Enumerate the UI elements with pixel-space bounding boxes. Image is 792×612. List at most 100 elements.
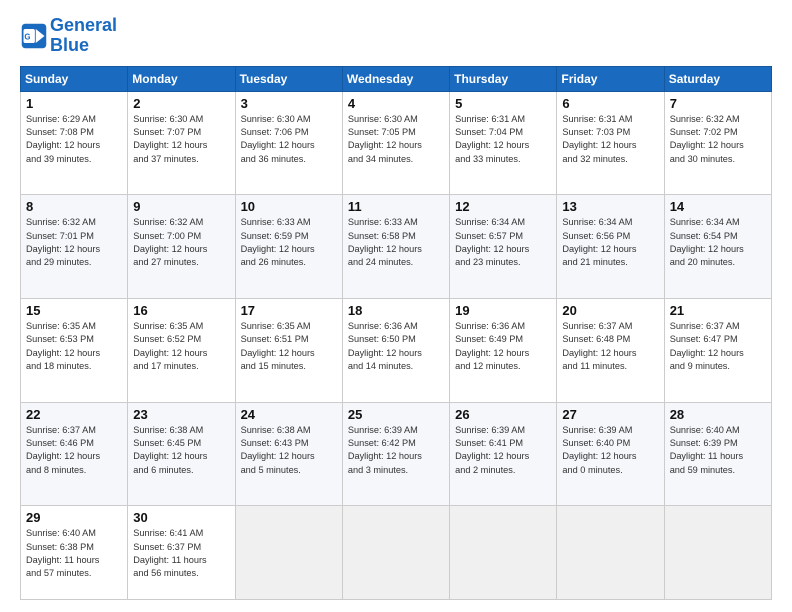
weekday-header-wednesday: Wednesday — [342, 66, 449, 91]
calendar-week-5: 29 Sunrise: 6:40 AMSunset: 6:38 PMDayligh… — [21, 506, 772, 600]
calendar-cell: 17 Sunrise: 6:35 AMSunset: 6:51 PMDayligh… — [235, 299, 342, 403]
calendar-cell — [664, 506, 771, 600]
day-number: 8 — [26, 199, 122, 214]
day-number: 3 — [241, 96, 337, 111]
day-info: Sunrise: 6:40 AMSunset: 6:38 PMDaylight:… — [26, 527, 122, 580]
calendar-table: SundayMondayTuesdayWednesdayThursdayFrid… — [20, 66, 772, 600]
day-info: Sunrise: 6:36 AMSunset: 6:50 PMDaylight:… — [348, 320, 444, 373]
day-info: Sunrise: 6:37 AMSunset: 6:46 PMDaylight:… — [26, 424, 122, 477]
calendar-cell: 30 Sunrise: 6:41 AMSunset: 6:37 PMDayligh… — [128, 506, 235, 600]
calendar-cell: 29 Sunrise: 6:40 AMSunset: 6:38 PMDayligh… — [21, 506, 128, 600]
logo: G General Blue — [20, 16, 117, 56]
day-number: 9 — [133, 199, 229, 214]
calendar-cell: 11Sunrise: 6:33 AMSunset: 6:58 PMDayligh… — [342, 195, 449, 299]
day-number: 7 — [670, 96, 766, 111]
day-info: Sunrise: 6:35 AMSunset: 6:52 PMDaylight:… — [133, 320, 229, 373]
day-number: 13 — [562, 199, 658, 214]
calendar-cell: 21Sunrise: 6:37 AMSunset: 6:47 PMDayligh… — [664, 299, 771, 403]
day-info: Sunrise: 6:30 AMSunset: 7:06 PMDaylight:… — [241, 113, 337, 166]
calendar-cell: 19 Sunrise: 6:36 AMSunset: 6:49 PMDayligh… — [450, 299, 557, 403]
calendar-week-1: 1Sunrise: 6:29 AMSunset: 7:08 PMDaylight… — [21, 91, 772, 195]
day-info: Sunrise: 6:34 AMSunset: 6:54 PMDaylight:… — [670, 216, 766, 269]
calendar-cell: 26 Sunrise: 6:39 AMSunset: 6:41 PMDayligh… — [450, 402, 557, 506]
day-number: 10 — [241, 199, 337, 214]
calendar-cell: 18 Sunrise: 6:36 AMSunset: 6:50 PMDayligh… — [342, 299, 449, 403]
weekday-header-sunday: Sunday — [21, 66, 128, 91]
day-info: Sunrise: 6:32 AMSunset: 7:01 PMDaylight:… — [26, 216, 122, 269]
day-number: 27 — [562, 407, 658, 422]
weekday-header-friday: Friday — [557, 66, 664, 91]
weekday-header-thursday: Thursday — [450, 66, 557, 91]
day-info: Sunrise: 6:32 AMSunset: 7:00 PMDaylight:… — [133, 216, 229, 269]
day-info: Sunrise: 6:35 AMSunset: 6:51 PMDaylight:… — [241, 320, 337, 373]
day-info: Sunrise: 6:35 AMSunset: 6:53 PMDaylight:… — [26, 320, 122, 373]
day-number: 28 — [670, 407, 766, 422]
day-number: 30 — [133, 510, 229, 525]
calendar-cell: 23 Sunrise: 6:38 AMSunset: 6:45 PMDayligh… — [128, 402, 235, 506]
calendar-week-2: 8 Sunrise: 6:32 AMSunset: 7:01 PMDaylight… — [21, 195, 772, 299]
day-info: Sunrise: 6:34 AMSunset: 6:56 PMDaylight:… — [562, 216, 658, 269]
day-number: 18 — [348, 303, 444, 318]
calendar-cell: 25 Sunrise: 6:39 AMSunset: 6:42 PMDayligh… — [342, 402, 449, 506]
day-number: 14 — [670, 199, 766, 214]
calendar-cell: 15Sunrise: 6:35 AMSunset: 6:53 PMDayligh… — [21, 299, 128, 403]
calendar-cell: 13 Sunrise: 6:34 AMSunset: 6:56 PMDayligh… — [557, 195, 664, 299]
calendar-cell: 28 Sunrise: 6:40 AMSunset: 6:39 PMDayligh… — [664, 402, 771, 506]
day-number: 26 — [455, 407, 551, 422]
day-number: 5 — [455, 96, 551, 111]
day-number: 16 — [133, 303, 229, 318]
calendar-week-4: 22Sunrise: 6:37 AMSunset: 6:46 PMDayligh… — [21, 402, 772, 506]
weekday-header-tuesday: Tuesday — [235, 66, 342, 91]
calendar-cell: 8 Sunrise: 6:32 AMSunset: 7:01 PMDaylight… — [21, 195, 128, 299]
svg-text:G: G — [24, 32, 30, 41]
calendar-cell — [235, 506, 342, 600]
calendar-cell: 14 Sunrise: 6:34 AMSunset: 6:54 PMDayligh… — [664, 195, 771, 299]
day-number: 23 — [133, 407, 229, 422]
day-number: 20 — [562, 303, 658, 318]
logo-icon: G — [20, 22, 48, 50]
calendar-cell: 5 Sunrise: 6:31 AMSunset: 7:04 PMDaylight… — [450, 91, 557, 195]
day-info: Sunrise: 6:31 AMSunset: 7:03 PMDaylight:… — [562, 113, 658, 166]
calendar-cell: 9 Sunrise: 6:32 AMSunset: 7:00 PMDaylight… — [128, 195, 235, 299]
calendar-cell: 10Sunrise: 6:33 AMSunset: 6:59 PMDayligh… — [235, 195, 342, 299]
day-info: Sunrise: 6:39 AMSunset: 6:40 PMDaylight:… — [562, 424, 658, 477]
day-info: Sunrise: 6:37 AMSunset: 6:47 PMDaylight:… — [670, 320, 766, 373]
calendar-cell: 24 Sunrise: 6:38 AMSunset: 6:43 PMDayligh… — [235, 402, 342, 506]
weekday-header-monday: Monday — [128, 66, 235, 91]
day-info: Sunrise: 6:29 AMSunset: 7:08 PMDaylight:… — [26, 113, 122, 166]
day-info: Sunrise: 6:36 AMSunset: 6:49 PMDaylight:… — [455, 320, 551, 373]
day-info: Sunrise: 6:31 AMSunset: 7:04 PMDaylight:… — [455, 113, 551, 166]
calendar-cell: 4 Sunrise: 6:30 AMSunset: 7:05 PMDaylight… — [342, 91, 449, 195]
day-info: Sunrise: 6:40 AMSunset: 6:39 PMDaylight:… — [670, 424, 766, 477]
calendar-cell: 16 Sunrise: 6:35 AMSunset: 6:52 PMDayligh… — [128, 299, 235, 403]
day-number: 19 — [455, 303, 551, 318]
day-info: Sunrise: 6:39 AMSunset: 6:42 PMDaylight:… — [348, 424, 444, 477]
day-info: Sunrise: 6:32 AMSunset: 7:02 PMDaylight:… — [670, 113, 766, 166]
day-number: 4 — [348, 96, 444, 111]
day-number: 2 — [133, 96, 229, 111]
calendar-cell — [557, 506, 664, 600]
calendar-cell — [450, 506, 557, 600]
calendar-cell: 20 Sunrise: 6:37 AMSunset: 6:48 PMDayligh… — [557, 299, 664, 403]
day-number: 6 — [562, 96, 658, 111]
calendar-cell: 22Sunrise: 6:37 AMSunset: 6:46 PMDayligh… — [21, 402, 128, 506]
day-number: 29 — [26, 510, 122, 525]
day-number: 17 — [241, 303, 337, 318]
logo-text: General Blue — [50, 16, 117, 56]
day-info: Sunrise: 6:41 AMSunset: 6:37 PMDaylight:… — [133, 527, 229, 580]
calendar-cell: 7 Sunrise: 6:32 AMSunset: 7:02 PMDaylight… — [664, 91, 771, 195]
day-info: Sunrise: 6:38 AMSunset: 6:43 PMDaylight:… — [241, 424, 337, 477]
calendar-cell — [342, 506, 449, 600]
weekday-header-saturday: Saturday — [664, 66, 771, 91]
day-info: Sunrise: 6:33 AMSunset: 6:58 PMDaylight:… — [348, 216, 444, 269]
day-number: 12 — [455, 199, 551, 214]
day-number: 24 — [241, 407, 337, 422]
calendar-cell: 27 Sunrise: 6:39 AMSunset: 6:40 PMDayligh… — [557, 402, 664, 506]
calendar-header-row: SundayMondayTuesdayWednesdayThursdayFrid… — [21, 66, 772, 91]
day-info: Sunrise: 6:37 AMSunset: 6:48 PMDaylight:… — [562, 320, 658, 373]
day-number: 25 — [348, 407, 444, 422]
day-info: Sunrise: 6:30 AMSunset: 7:05 PMDaylight:… — [348, 113, 444, 166]
day-info: Sunrise: 6:39 AMSunset: 6:41 PMDaylight:… — [455, 424, 551, 477]
day-info: Sunrise: 6:38 AMSunset: 6:45 PMDaylight:… — [133, 424, 229, 477]
day-info: Sunrise: 6:34 AMSunset: 6:57 PMDaylight:… — [455, 216, 551, 269]
